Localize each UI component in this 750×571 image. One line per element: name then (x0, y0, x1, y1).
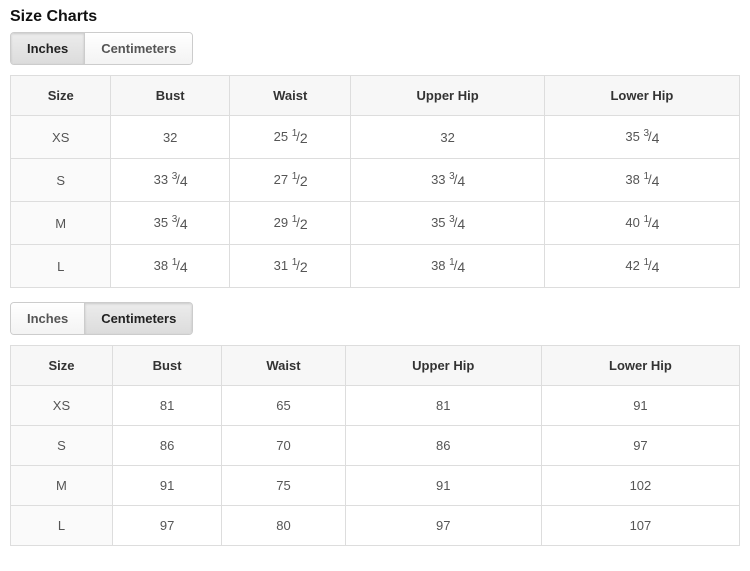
waist-cell: 27 1/2 (229, 159, 350, 202)
col-waist: Waist (229, 76, 350, 116)
table-row: S33 3/427 1/233 3/438 1/4 (11, 159, 740, 202)
col-lower-hip: Lower Hip (544, 76, 739, 116)
lower-hip-cell: 40 1/4 (544, 202, 739, 245)
lower-hip-cell: 91 (541, 386, 739, 426)
lower-hip-cell: 97 (541, 426, 739, 466)
bust-cell: 91 (112, 466, 221, 506)
lower-hip-cell: 102 (541, 466, 739, 506)
bust-cell: 32 (111, 116, 230, 159)
lower-hip-cell: 35 3/4 (544, 116, 739, 159)
upper-hip-cell: 38 1/4 (351, 245, 544, 288)
size-cell: XS (11, 116, 111, 159)
waist-cell: 25 1/2 (229, 116, 350, 159)
tab-centimeters[interactable]: Centimeters (85, 33, 192, 64)
upper-hip-cell: 35 3/4 (351, 202, 544, 245)
unit-tabs-centimeters-view: Inches Centimeters (10, 302, 193, 335)
bust-cell: 86 (112, 426, 221, 466)
upper-hip-cell: 86 (345, 426, 541, 466)
table-header-row: Size Bust Waist Upper Hip Lower Hip (11, 76, 740, 116)
tab-centimeters[interactable]: Centimeters (85, 303, 192, 334)
tab-inches[interactable]: Inches (11, 303, 85, 334)
size-cell: S (11, 426, 113, 466)
bust-cell: 35 3/4 (111, 202, 230, 245)
table-header-row: Size Bust Waist Upper Hip Lower Hip (11, 346, 740, 386)
upper-hip-cell: 81 (345, 386, 541, 426)
size-cell: M (11, 466, 113, 506)
waist-cell: 29 1/2 (229, 202, 350, 245)
size-chart-inches: Size Bust Waist Upper Hip Lower Hip XS32… (10, 75, 740, 288)
table-row: L38 1/431 1/238 1/442 1/4 (11, 245, 740, 288)
size-cell: M (11, 202, 111, 245)
page-title: Size Charts (10, 8, 740, 26)
col-waist: Waist (222, 346, 345, 386)
upper-hip-cell: 91 (345, 466, 541, 506)
col-size: Size (11, 76, 111, 116)
bust-cell: 81 (112, 386, 221, 426)
waist-cell: 70 (222, 426, 345, 466)
col-upper-hip: Upper Hip (351, 76, 544, 116)
table-row: XS3225 1/23235 3/4 (11, 116, 740, 159)
table-row: M35 3/429 1/235 3/440 1/4 (11, 202, 740, 245)
unit-tabs-inches-view: Inches Centimeters (10, 32, 193, 65)
upper-hip-cell: 97 (345, 506, 541, 546)
size-cell: XS (11, 386, 113, 426)
table-row: XS81658191 (11, 386, 740, 426)
col-lower-hip: Lower Hip (541, 346, 739, 386)
col-bust: Bust (112, 346, 221, 386)
waist-cell: 75 (222, 466, 345, 506)
size-chart-centimeters: Size Bust Waist Upper Hip Lower Hip XS81… (10, 345, 740, 546)
size-cell: L (11, 506, 113, 546)
upper-hip-cell: 33 3/4 (351, 159, 544, 202)
size-cell: L (11, 245, 111, 288)
bust-cell: 97 (112, 506, 221, 546)
bust-cell: 38 1/4 (111, 245, 230, 288)
lower-hip-cell: 42 1/4 (544, 245, 739, 288)
upper-hip-cell: 32 (351, 116, 544, 159)
table-row: S86708697 (11, 426, 740, 466)
waist-cell: 65 (222, 386, 345, 426)
size-cell: S (11, 159, 111, 202)
lower-hip-cell: 38 1/4 (544, 159, 739, 202)
table-row: L978097107 (11, 506, 740, 546)
col-bust: Bust (111, 76, 230, 116)
bust-cell: 33 3/4 (111, 159, 230, 202)
waist-cell: 31 1/2 (229, 245, 350, 288)
col-size: Size (11, 346, 113, 386)
waist-cell: 80 (222, 506, 345, 546)
table-row: M917591102 (11, 466, 740, 506)
col-upper-hip: Upper Hip (345, 346, 541, 386)
tab-inches[interactable]: Inches (11, 33, 85, 64)
lower-hip-cell: 107 (541, 506, 739, 546)
